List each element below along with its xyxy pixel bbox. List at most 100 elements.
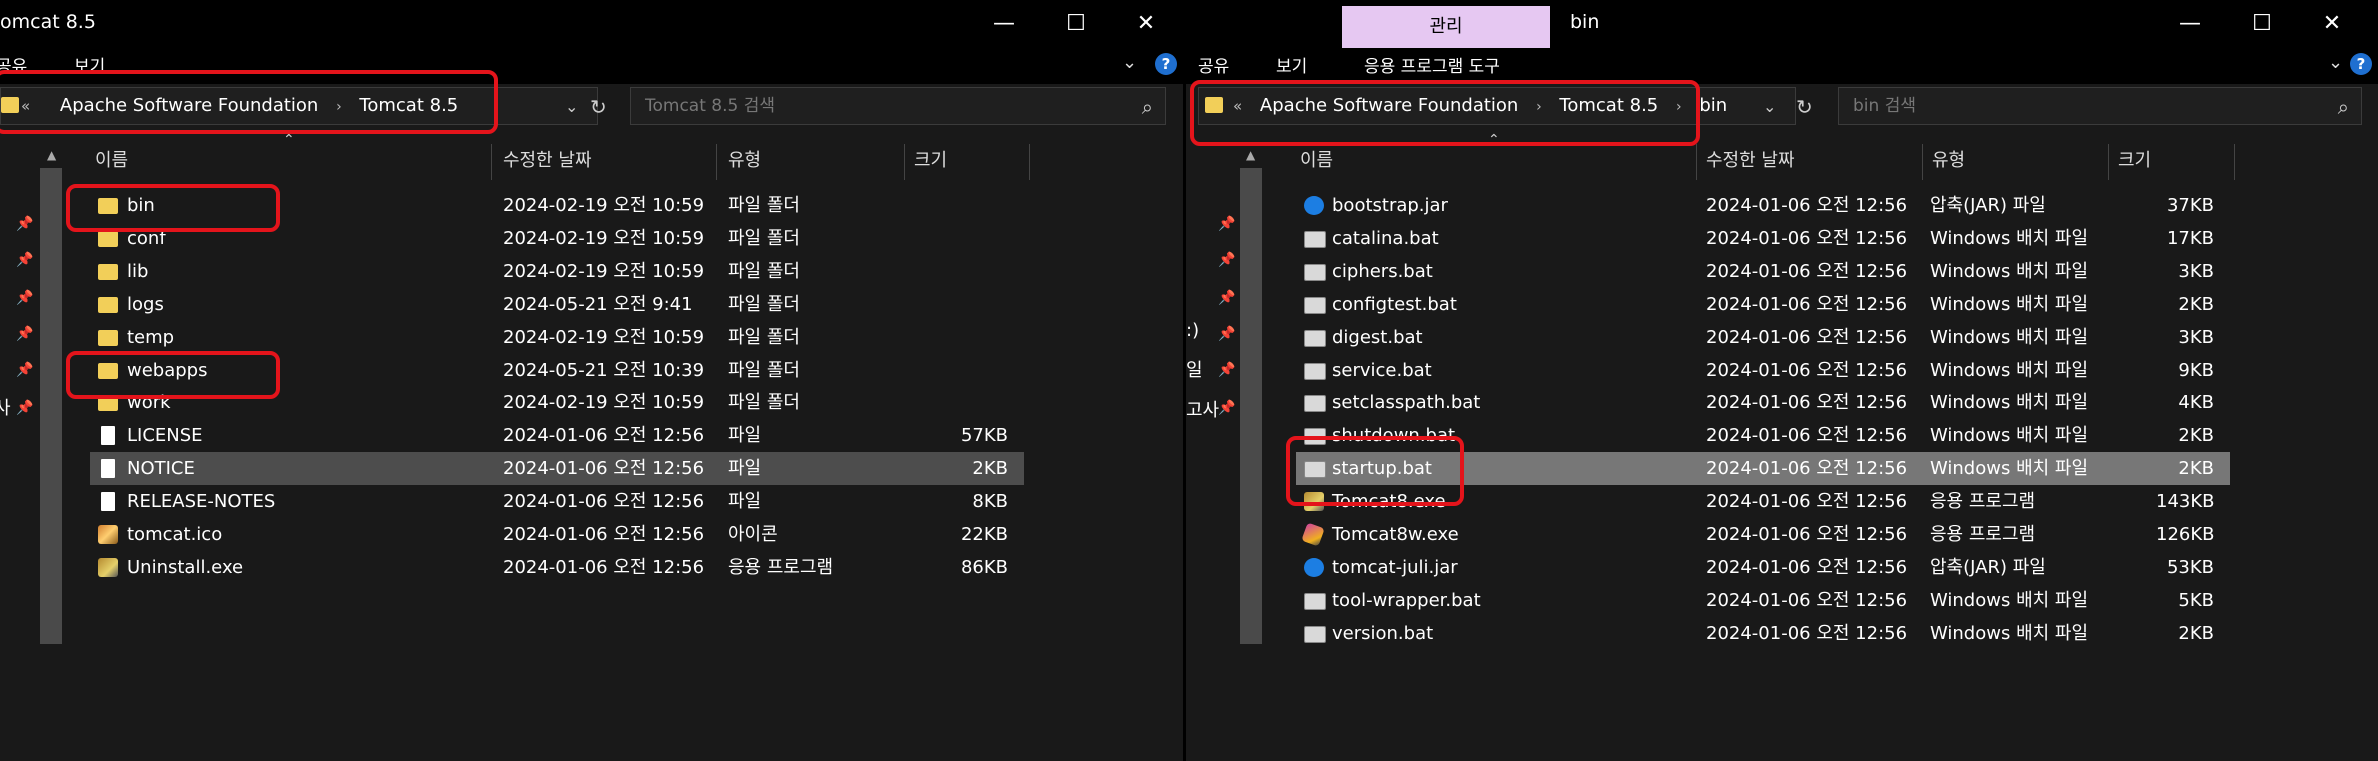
title-bar: 관리 bin — ☐ ✕ <box>1186 0 2378 48</box>
highlight-address-left <box>0 70 498 134</box>
file-row[interactable]: NOTICE 2024-01-06 오전 12:56 파일 2KB <box>90 452 1024 486</box>
column-header-size[interactable]: 크기 <box>914 141 947 181</box>
batch-file-icon <box>1304 362 1326 380</box>
file-date: 2024-01-06 오전 12:56 <box>1706 359 1908 381</box>
column-divider[interactable] <box>2108 144 2109 180</box>
nav-item-fragment[interactable]: 고사 <box>1186 396 1219 422</box>
pin-icon[interactable]: 📌 <box>16 290 33 306</box>
file-row[interactable]: LICENSE 2024-01-06 오전 12:56 파일 57KB <box>90 419 1024 452</box>
refresh-icon[interactable]: ↻ <box>590 95 607 119</box>
pin-icon[interactable]: 📌 <box>1218 362 1235 378</box>
file-row[interactable]: Tomcat8w.exe 2024-01-06 오전 12:56 응용 프로그램 12… <box>1296 518 2230 551</box>
help-icon[interactable]: ? <box>2350 53 2372 75</box>
file-row[interactable]: setclasspath.bat 2024-01-06 오전 12:56 Windo… <box>1296 386 2230 419</box>
file-row[interactable]: digest.bat 2024-01-06 오전 12:56 Windows 배치 … <box>1296 321 2230 354</box>
file-row[interactable]: ciphers.bat 2024-01-06 오전 12:56 Windows 배치… <box>1296 255 2230 288</box>
file-row[interactable]: Uninstall.exe 2024-01-06 오전 12:56 응용 프로그램 8… <box>90 551 1024 584</box>
chevron-down-icon[interactable]: ⌄ <box>2328 52 2343 73</box>
file-row[interactable]: configtest.bat 2024-01-06 오전 12:56 Windows… <box>1296 288 2230 321</box>
file-date: 2024-01-06 오전 12:56 <box>1706 589 1908 611</box>
address-dropdown-icon[interactable]: ⌄ <box>1763 97 1776 116</box>
address-dropdown-icon[interactable]: ⌄ <box>565 97 578 116</box>
file-row[interactable]: bootstrap.jar 2024-01-06 오전 12:56 압축(JAR) … <box>1296 189 2230 222</box>
nav-scrollbar[interactable] <box>1240 168 1262 644</box>
file-date: 2024-02-19 오전 10:59 <box>503 195 705 216</box>
pin-icon[interactable]: 📌 <box>16 326 33 342</box>
refresh-icon[interactable]: ↻ <box>1796 95 1813 119</box>
file-row[interactable]: logs 2024-05-21 오전 9:41 파일 폴더 <box>90 288 1024 321</box>
chevron-down-icon[interactable]: ⌄ <box>1122 52 1137 73</box>
file-size: 17KB <box>2166 227 2214 249</box>
maximize-button[interactable]: ☐ <box>1046 6 1106 42</box>
tab-view[interactable]: 보기 <box>1276 52 1307 77</box>
nav-scrollbar[interactable] <box>40 168 62 644</box>
help-icon[interactable]: ? <box>1155 53 1177 75</box>
file-date: 2024-01-06 오전 12:56 <box>1706 293 1908 315</box>
search-input[interactable]: bin 검색 ⌕ <box>1838 87 2362 125</box>
pin-icon[interactable]: 📌 <box>1218 216 1235 232</box>
file-row[interactable]: RELEASE-NOTES 2024-01-06 오전 12:56 파일 8KB <box>90 485 1024 518</box>
file-row[interactable]: catalina.bat 2024-01-06 오전 12:56 Windows 배… <box>1296 222 2230 255</box>
column-divider[interactable] <box>2234 144 2235 180</box>
tab-application-tools[interactable]: 응용 프로그램 도구 <box>1364 52 1500 77</box>
nav-item-fragment[interactable]: 사 <box>0 394 11 420</box>
exe-icon <box>98 557 118 577</box>
pin-icon[interactable]: 📌 <box>1218 326 1235 342</box>
search-input[interactable]: Tomcat 8.5 검색 ⌕ <box>630 87 1166 125</box>
pin-icon[interactable]: 📌 <box>16 252 33 268</box>
column-header-type[interactable]: 유형 <box>1932 141 1965 181</box>
file-type: 파일 폴더 <box>728 392 800 414</box>
file-row[interactable]: tomcat.ico 2024-01-06 오전 12:56 아이콘 22KB <box>90 518 1024 551</box>
column-divider[interactable] <box>1922 144 1923 180</box>
column-header-date[interactable]: 수정한 날짜 <box>503 141 592 181</box>
column-header-date[interactable]: 수정한 날짜 <box>1706 141 1795 181</box>
maximize-button[interactable]: ☐ <box>2232 6 2292 42</box>
minimize-button[interactable]: — <box>974 6 1034 42</box>
pin-icon[interactable]: 📌 <box>1218 400 1235 416</box>
file-icon <box>101 459 115 479</box>
column-header-name[interactable]: 이름 <box>95 141 128 181</box>
column-header-name[interactable]: 이름 <box>1300 141 1333 181</box>
nav-item-fragment[interactable]: :) <box>1186 320 1199 341</box>
pin-icon[interactable]: 📌 <box>16 362 33 378</box>
pin-icon[interactable]: 📌 <box>1218 252 1235 268</box>
column-divider[interactable] <box>1696 144 1697 180</box>
file-date: 2024-01-06 오전 12:56 <box>503 524 705 545</box>
file-name: bootstrap.jar <box>1332 195 1448 216</box>
file-row[interactable]: service.bat 2024-01-06 오전 12:56 Windows 배치… <box>1296 354 2230 387</box>
column-divider[interactable] <box>1029 144 1030 180</box>
column-header-type[interactable]: 유형 <box>728 141 761 181</box>
scroll-up-icon[interactable]: ▲ <box>1246 148 1255 162</box>
tab-share[interactable]: 공유 <box>1198 52 1229 77</box>
file-name: tool-wrapper.bat <box>1332 589 1481 611</box>
file-date: 2024-01-06 오전 12:56 <box>1706 425 1908 447</box>
nav-item-fragment[interactable]: 일 <box>1186 356 1203 382</box>
close-button[interactable]: ✕ <box>1116 6 1176 42</box>
column-divider[interactable] <box>716 144 717 180</box>
column-header-size[interactable]: 크기 <box>2118 141 2151 181</box>
column-divider[interactable] <box>904 144 905 180</box>
tab-manage[interactable]: 관리 <box>1342 6 1550 48</box>
folder-icon <box>98 230 118 247</box>
pin-icon[interactable]: 📌 <box>16 400 33 416</box>
minimize-button[interactable]: — <box>2160 6 2220 42</box>
jar-icon <box>1304 196 1324 215</box>
file-row[interactable]: tool-wrapper.bat 2024-01-06 오전 12:56 Windo… <box>1296 584 2230 617</box>
file-size: 2KB <box>2178 458 2214 480</box>
file-name: Tomcat8w.exe <box>1332 524 1459 545</box>
column-divider[interactable] <box>491 144 492 180</box>
search-placeholder: bin 검색 <box>1853 96 1916 116</box>
window-title: bin <box>1570 11 1600 33</box>
scroll-up-icon[interactable]: ▲ <box>47 148 56 162</box>
breadcrumb-bin[interactable]: bin <box>1699 95 1727 116</box>
pin-icon[interactable]: 📌 <box>1218 290 1235 306</box>
file-type: 파일 폴더 <box>728 359 800 381</box>
file-row[interactable]: version.bat 2024-01-06 오전 12:56 Windows 배치… <box>1296 617 2230 650</box>
file-size: 86KB <box>960 556 1008 578</box>
file-row[interactable]: lib 2024-02-19 오전 10:59 파일 폴더 <box>90 255 1024 288</box>
close-button[interactable]: ✕ <box>2302 6 2362 42</box>
file-row[interactable]: temp 2024-02-19 오전 10:59 파일 폴더 <box>90 321 1024 354</box>
file-row[interactable]: tomcat-juli.jar 2024-01-06 오전 12:56 압축(JAR… <box>1296 551 2230 584</box>
pin-icon[interactable]: 📌 <box>16 216 33 232</box>
file-date: 2024-02-19 오전 10:59 <box>503 326 705 348</box>
